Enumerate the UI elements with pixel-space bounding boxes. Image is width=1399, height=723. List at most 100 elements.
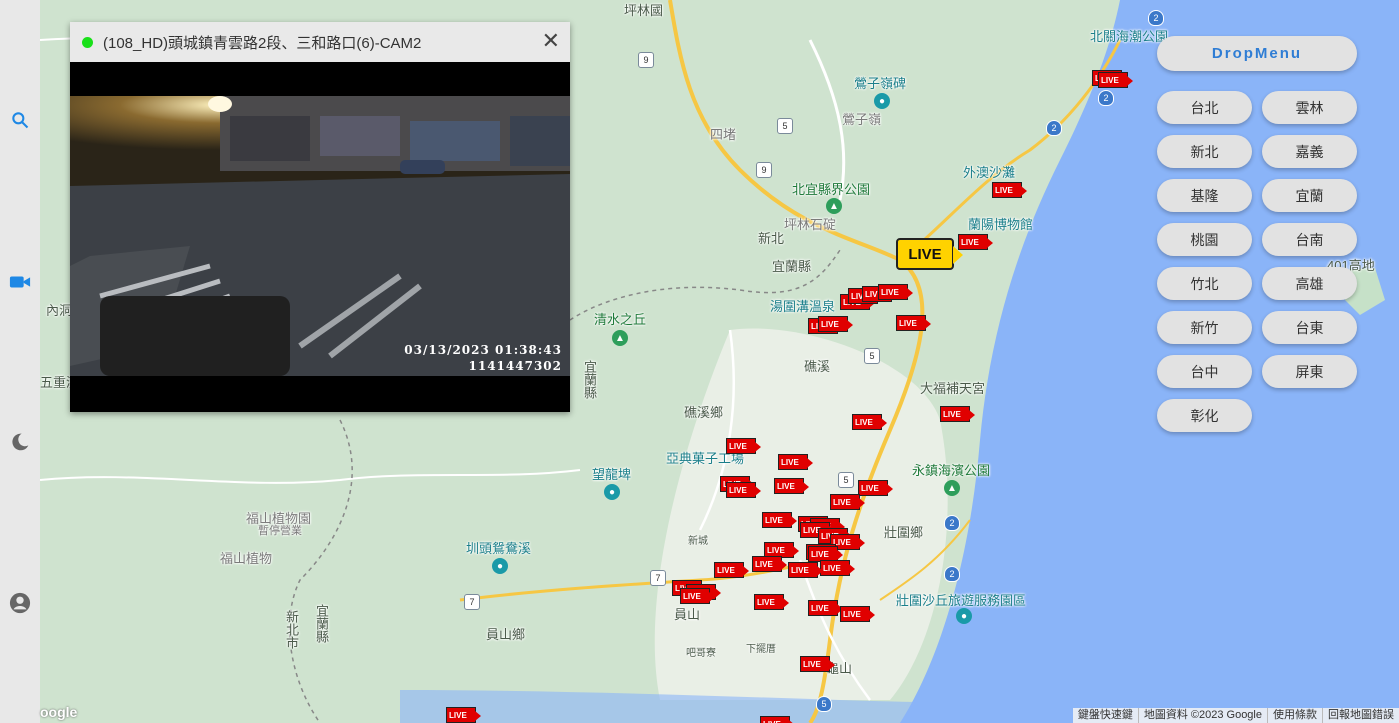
region-button[interactable]: 台北 [1157,91,1252,124]
live-camera-marker[interactable]: LIVE [446,707,481,723]
live-camera-marker[interactable]: LIVE [830,494,865,510]
live-camera-marker[interactable]: LIVE [840,606,875,622]
place-label: 壯圍鄉 [884,525,924,540]
map-data-credit: 地圖資料 ©2023 Google [1137,708,1267,723]
live-camera-marker[interactable]: LIVE [992,182,1027,198]
place-label: 北關海潮公園 [1090,29,1169,44]
place-label: 礁溪鄉 [684,405,724,420]
place-label: 員山 [674,607,701,622]
region-button[interactable]: 桃園 [1157,223,1252,256]
live-camera-marker[interactable]: LIVE [858,480,893,496]
road-shield: 7 [650,570,666,586]
region-button[interactable]: 台南 [1262,223,1357,256]
live-camera-marker[interactable]: LIVE [726,482,761,498]
region-button[interactable]: 基隆 [1157,179,1252,212]
place-label: 坪林石碇 [784,217,837,232]
road-shield: 9 [756,162,772,178]
region-button[interactable]: 竹北 [1157,267,1252,300]
search-icon[interactable] [8,108,32,132]
place-label: 四堵 [710,127,737,142]
place-label: 外澳沙灘 [963,165,1016,180]
region-button[interactable]: 彰化 [1157,399,1252,432]
place-label: 望龍埤 [592,467,632,482]
keyboard-shortcuts-link[interactable]: 鍵盤快速鍵 [1073,708,1138,723]
region-button[interactable]: 台中 [1157,355,1252,388]
moon-icon[interactable] [8,430,32,454]
park-icon: ▲ [612,330,628,346]
live-camera-marker[interactable]: LIVE [714,562,749,578]
account-icon[interactable] [8,591,32,615]
place-label: 下擺厝 [746,644,776,655]
live-camera-marker[interactable]: LIVE [774,478,809,494]
road-shield: 2 [944,515,960,531]
camera-poi-icon: ● [874,93,890,109]
live-camera-marker[interactable]: LIVE [1098,72,1133,88]
dropmenu-button[interactable]: DropMenu [1157,36,1357,71]
region-button[interactable]: 屏東 [1262,355,1357,388]
live-camera-marker[interactable]: LIVE [788,562,823,578]
place-label: 暫停營業 [258,525,302,537]
camera-poi-icon: ● [956,608,972,624]
close-icon[interactable]: ✕ [542,30,560,52]
place-label: 礁溪 [804,359,831,374]
region-button[interactable]: 高雄 [1262,267,1357,300]
camera-poi-icon: ● [604,484,620,500]
live-camera-marker[interactable]: LIVE [754,594,789,610]
region-button[interactable]: 雲林 [1262,91,1357,124]
map-attribution: 鍵盤快速鍵 地圖資料 ©2023 Google 使用條款 回報地圖錯誤 [1072,708,1399,723]
place-label: 新北市 [284,610,299,649]
live-camera-marker[interactable]: LIVE [680,588,715,604]
camera-icon[interactable] [8,270,32,294]
live-label: LIVE [908,245,942,263]
region-button[interactable]: 台東 [1262,311,1357,344]
place-label: 新城 [688,536,708,547]
road-shield: 2 [1098,90,1114,106]
live-camera-marker[interactable]: LIVE [762,512,797,528]
live-camera-marker[interactable]: LIVE [752,556,787,572]
place-label: 吧哥寮 [686,648,716,659]
place-label: 宜蘭縣 [314,604,329,643]
camera-poi-icon: ● [492,558,508,574]
live-camera-marker[interactable]: LIVE [940,406,975,422]
live-camera-marker[interactable]: LIVE [726,438,761,454]
terms-link[interactable]: 使用條款 [1267,708,1322,723]
google-logo: oogle [40,704,78,720]
place-label: 宜蘭縣 [582,360,597,399]
live-camera-marker[interactable]: LIVE [818,316,853,332]
place-label: 宜蘭縣 [772,259,812,274]
place-label: 清水之丘 [594,312,647,327]
camera-frame-id: 1141447302 [468,359,562,373]
road-shield: 2 [1046,120,1062,136]
park-icon: ▲ [826,198,842,214]
live-camera-marker[interactable]: LIVE [778,454,813,470]
place-label: 福山植物 [220,551,273,566]
live-camera-marker-selected[interactable]: LIVE [896,238,963,270]
region-button[interactable]: 宜蘭 [1262,179,1357,212]
place-label: 員山鄉 [486,627,526,642]
live-camera-marker[interactable]: LIVE [878,284,913,300]
place-label: 鶯子嶺 [842,112,882,127]
place-label: 永鎮海濱公園 [912,463,991,478]
region-button[interactable]: 嘉義 [1262,135,1357,168]
report-error-link[interactable]: 回報地圖錯誤 [1322,708,1399,723]
live-camera-marker[interactable]: LIVE [820,560,855,576]
camera-video[interactable]: 03/13/2023 01:38:43 1141447302 [70,96,570,376]
place-label: 內洞 [46,303,73,318]
camera-popup-header: (108_HD)頭城鎮青雲路2段、三和路口(6)-CAM2 ✕ [70,22,570,62]
live-camera-marker[interactable]: LIVE [808,600,843,616]
camera-frame [70,96,570,376]
road-shield: 5 [864,348,880,364]
live-camera-marker[interactable]: LIVE [760,716,795,723]
place-label: 北宜縣界公園 [792,182,871,197]
live-camera-marker[interactable]: LIVE [800,656,835,672]
region-button[interactable]: 新北 [1157,135,1252,168]
camera-popup: (108_HD)頭城鎮青雲路2段、三和路口(6)-CAM2 ✕ 03/13/20… [70,22,570,412]
live-camera-marker[interactable]: LIVE [896,315,931,331]
road-shield: 7 [464,594,480,610]
region-button[interactable]: 新竹 [1157,311,1252,344]
place-label: 壯圍沙丘旅遊服務園區 [896,593,1027,608]
live-camera-marker[interactable]: LIVE [852,414,887,430]
road-shield: 5 [838,472,854,488]
camera-datetime: 03/13/2023 01:38:43 [404,343,562,357]
road-shield: 2 [1148,10,1164,26]
